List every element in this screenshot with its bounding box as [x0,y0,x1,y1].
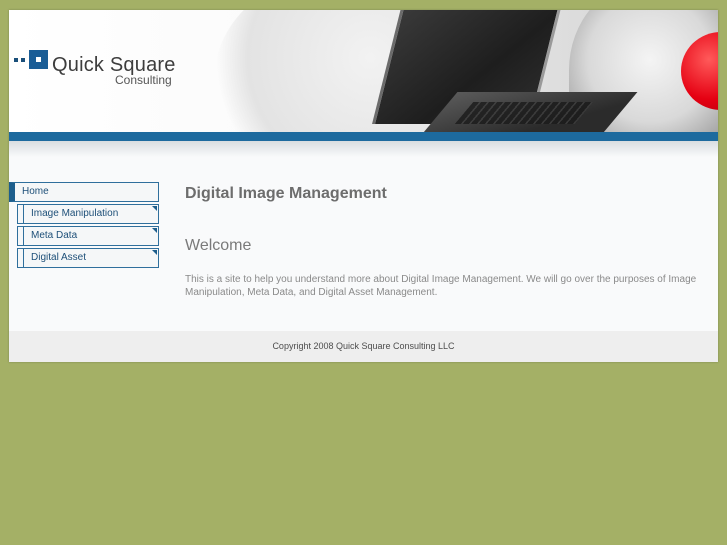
nav-item-label: Digital Asset [31,252,87,263]
nav-item-label: Image Manipulation [31,208,119,219]
nav-item-label: Meta Data [31,230,78,241]
nav-item-meta-data[interactable]: Meta Data [17,226,159,246]
main-content: Digital Image Management Welcome This is… [185,185,705,298]
logo-subtitle: Consulting [115,73,172,87]
page-title: Digital Image Management [185,185,387,202]
logo-mark [14,50,52,69]
corner-arrow-icon [152,250,157,255]
header-keyboard [454,102,594,124]
header-banner: Quick Square Consulting [9,10,718,132]
page-container: Quick Square Consulting Home Image Manip… [9,10,718,362]
logo-square-icon [29,50,48,69]
copyright-text: Copyright 2008 Quick Square Consulting L… [272,341,455,351]
intro-paragraph: This is a site to help you understand mo… [185,274,697,298]
nav-item-digital-asset[interactable]: Digital Asset [17,248,159,268]
nav-item-home[interactable]: Home [9,182,159,202]
header-bar-shadow [9,141,718,157]
header-blue-bar [9,132,718,141]
corner-arrow-icon [152,228,157,233]
nav-item-image-manipulation[interactable]: Image Manipulation [17,204,159,224]
welcome-heading: Welcome [185,237,252,254]
logo-dot [14,57,18,62]
logo-dot [21,57,25,62]
footer: Copyright 2008 Quick Square Consulting L… [9,331,718,362]
corner-arrow-icon [152,206,157,211]
